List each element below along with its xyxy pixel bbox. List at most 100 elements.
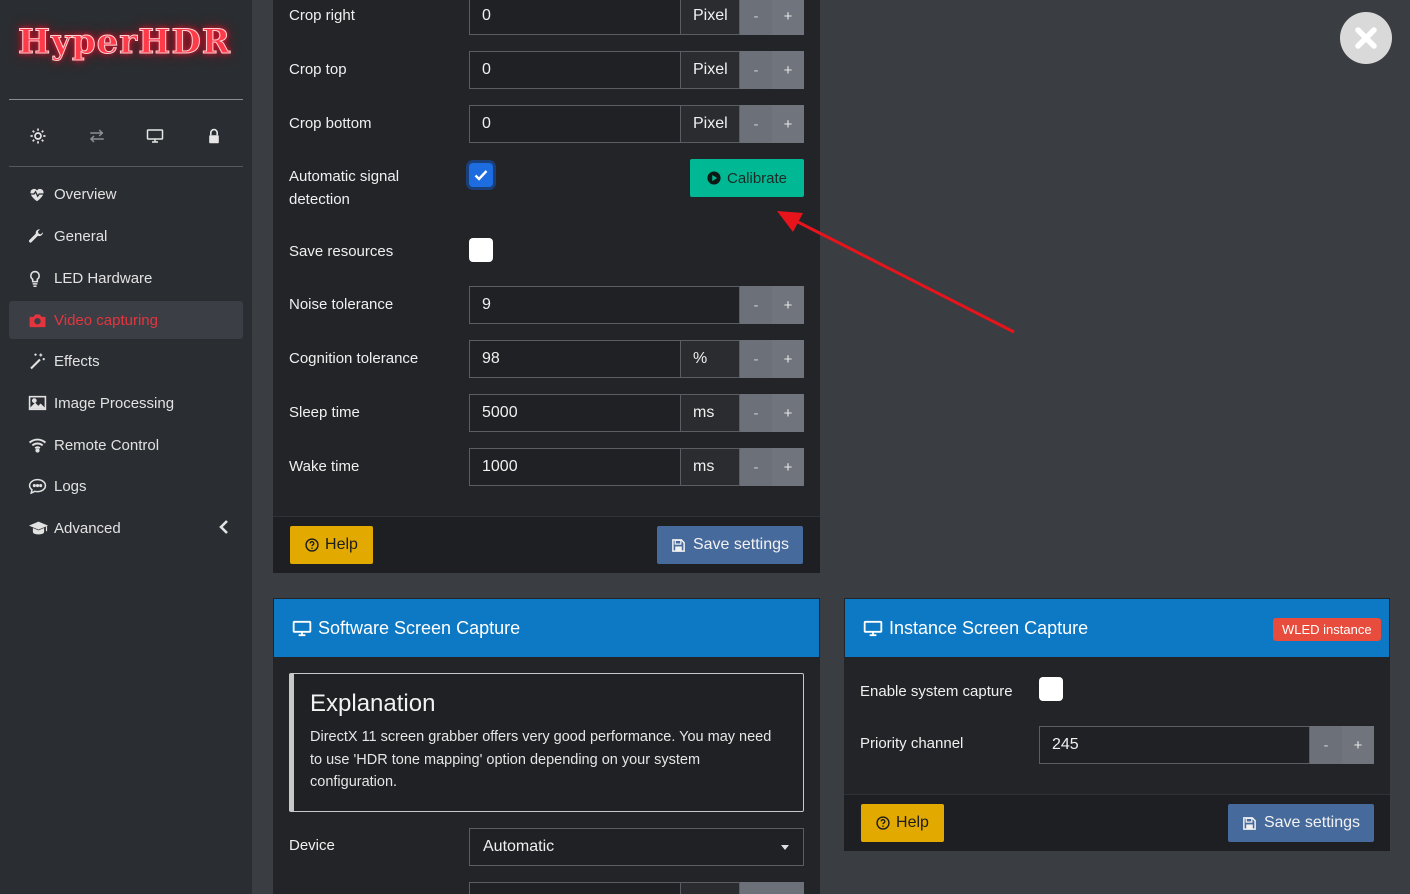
close-icon	[1355, 27, 1377, 49]
instance-help-button[interactable]: Help	[861, 804, 944, 842]
next-row-group	[469, 882, 804, 894]
sidebar-item-remote-control[interactable]: Remote Control	[9, 426, 243, 464]
caret-down-icon	[781, 845, 789, 850]
crop-bottom-input[interactable]: 0	[469, 105, 681, 143]
check-icon	[474, 170, 488, 181]
crop-right-label: Crop right	[289, 7, 355, 24]
monitor-icon	[292, 620, 312, 637]
question-circle-icon	[876, 816, 890, 830]
next-row-stepper[interactable]	[740, 882, 804, 894]
explanation-text: DirectX 11 screen grabber offers very go…	[310, 729, 772, 790]
priority-channel-decrement-button[interactable]: -	[1310, 726, 1342, 764]
auto-signal-checkbox[interactable]	[469, 163, 493, 187]
wake-time-decrement-button[interactable]: -	[740, 448, 772, 486]
enable-system-capture-checkbox[interactable]	[1039, 677, 1063, 701]
wake-time-label: Wake time	[289, 458, 360, 475]
sleep-time-increment-button[interactable]: +	[772, 394, 804, 432]
wled-instance-badge: WLED instance	[1273, 618, 1381, 641]
explanation-box: Explanation DirectX 11 screen grabber of…	[289, 673, 804, 812]
image-icon	[28, 393, 50, 413]
sidebar-item-advanced[interactable]: Advanced	[9, 509, 243, 547]
wrench-icon	[28, 226, 50, 246]
crop-bottom-decrement-button[interactable]: -	[740, 105, 772, 143]
calibrate-button[interactable]: Calibrate	[690, 159, 804, 197]
close-button[interactable]	[1340, 12, 1392, 64]
chevron-left-icon	[219, 518, 229, 539]
crop-top-group: 0 Pixel - +	[469, 51, 804, 89]
question-circle-icon	[305, 538, 319, 552]
crop-right-unit: Pixel	[681, 0, 740, 35]
crop-top-label: Crop top	[289, 61, 347, 78]
sleep-time-decrement-button[interactable]: -	[740, 394, 772, 432]
priority-channel-label: Priority channel	[860, 735, 964, 752]
noise-tolerance-decrement-button[interactable]: -	[740, 286, 772, 324]
noise-tolerance-label: Noise tolerance	[289, 296, 394, 313]
floppy-disk-icon	[672, 538, 685, 552]
floppy-disk-icon	[1243, 816, 1256, 830]
crop-right-decrement-button[interactable]: -	[740, 0, 772, 35]
sidebar-item-led-hardware[interactable]: LED Hardware	[9, 259, 243, 297]
next-row-input[interactable]	[469, 882, 681, 894]
crop-bottom-group: 0 Pixel - +	[469, 105, 804, 143]
monitor-icon[interactable]	[143, 124, 167, 148]
sidebar-item-overview[interactable]: Overview	[9, 175, 243, 213]
sleep-time-input[interactable]: 5000	[469, 394, 681, 432]
crop-right-input[interactable]: 0	[469, 0, 681, 35]
crop-bottom-unit: Pixel	[681, 105, 740, 143]
software-capture-header: Software Screen Capture	[274, 599, 819, 657]
sidebar: HyperHDR Overview General LED Hardware V…	[0, 0, 252, 894]
crop-top-decrement-button[interactable]: -	[740, 51, 772, 89]
wifi-icon	[28, 435, 50, 455]
save-settings-button[interactable]: Save settings	[657, 526, 803, 564]
sidebar-item-video-capturing[interactable]: Video capturing	[9, 301, 243, 339]
chat-icon	[28, 476, 50, 496]
camera-icon	[28, 310, 50, 330]
noise-tolerance-input[interactable]: 9	[469, 286, 740, 324]
enable-system-capture-label: Enable system capture	[860, 683, 1013, 700]
divider	[9, 166, 243, 167]
instance-save-settings-button[interactable]: Save settings	[1228, 804, 1374, 842]
crop-bottom-label: Crop bottom	[289, 115, 372, 132]
monitor-icon	[863, 620, 883, 637]
crop-top-input[interactable]: 0	[469, 51, 681, 89]
wake-time-increment-button[interactable]: +	[772, 448, 804, 486]
help-button[interactable]: Help	[290, 526, 373, 564]
noise-tolerance-group: 9 - +	[469, 286, 804, 324]
priority-channel-increment-button[interactable]: +	[1342, 726, 1374, 764]
crop-top-unit: Pixel	[681, 51, 740, 89]
auto-signal-label: Automatic signal detection	[289, 168, 400, 208]
lightbulb-icon	[28, 268, 50, 288]
cognition-tolerance-decrement-button[interactable]: -	[740, 340, 772, 378]
cognition-tolerance-unit: %	[681, 340, 740, 378]
sleep-time-group: 5000 ms - +	[469, 394, 804, 432]
crop-bottom-increment-button[interactable]: +	[772, 105, 804, 143]
magic-wand-icon	[28, 351, 50, 371]
lock-icon[interactable]	[202, 124, 226, 148]
cognition-tolerance-input[interactable]: 98	[469, 340, 681, 378]
wake-time-group: 1000 ms - +	[469, 448, 804, 486]
gear-icon[interactable]	[26, 124, 50, 148]
heartbeat-icon	[28, 184, 50, 204]
hyperhdr-logo[interactable]: HyperHDR	[17, 22, 232, 78]
crop-top-increment-button[interactable]: +	[772, 51, 804, 89]
crop-right-increment-button[interactable]: +	[772, 0, 804, 35]
cognition-tolerance-increment-button[interactable]: +	[772, 340, 804, 378]
play-circle-icon	[707, 171, 721, 185]
sleep-time-label: Sleep time	[289, 404, 360, 421]
noise-tolerance-increment-button[interactable]: +	[772, 286, 804, 324]
sidebar-item-logs[interactable]: Logs	[9, 467, 243, 505]
transfer-icon[interactable]	[85, 124, 109, 148]
sidebar-item-general[interactable]: General	[9, 217, 243, 255]
wake-time-input[interactable]: 1000	[469, 448, 681, 486]
explanation-title: Explanation	[310, 690, 436, 717]
save-resources-checkbox[interactable]	[469, 238, 493, 262]
priority-channel-input[interactable]: 245	[1039, 726, 1310, 764]
sleep-time-unit: ms	[681, 394, 740, 432]
next-row-unit	[681, 882, 740, 894]
sidebar-item-effects[interactable]: Effects	[9, 342, 243, 380]
crop-right-group: 0 Pixel - +	[469, 0, 804, 35]
device-select[interactable]: Automatic	[469, 828, 804, 866]
graduation-cap-icon	[28, 518, 50, 538]
sidebar-item-image-processing[interactable]: Image Processing	[9, 384, 243, 422]
divider	[9, 99, 243, 100]
